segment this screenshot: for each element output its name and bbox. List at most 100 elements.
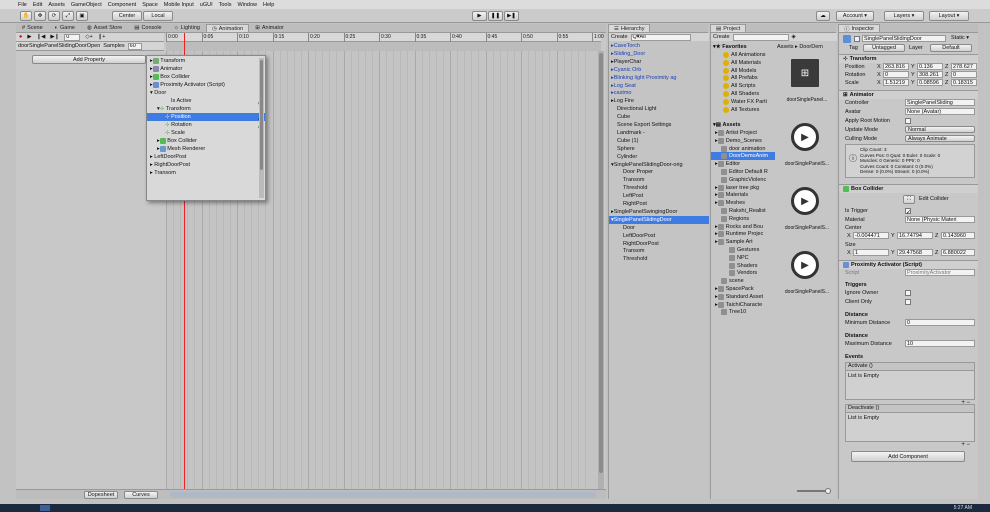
client-only-checkbox[interactable]	[905, 299, 911, 305]
prop-is-active[interactable]: Is Active	[147, 97, 265, 105]
horizontal-scrollbar[interactable]	[170, 492, 596, 498]
project-folder[interactable]: ▸ Demo_Scenes	[711, 137, 775, 145]
project-folder[interactable]: Shaders	[711, 262, 775, 270]
project-folder[interactable]: scene	[711, 277, 775, 285]
max-distance-field[interactable]: 10	[905, 340, 975, 347]
tab-console[interactable]: ▤ Console	[128, 24, 167, 32]
rotation-x-field[interactable]: 0	[883, 71, 909, 78]
project-folder[interactable]: ▸ Runtime Projec	[711, 230, 775, 238]
project-folder[interactable]: All Scripts	[711, 82, 775, 90]
min-distance-field[interactable]: 0	[905, 319, 975, 326]
tab-asset-store[interactable]: ◍ Asset Store	[81, 24, 128, 32]
hierarchy-item[interactable]: ▸ Log Seat	[609, 82, 709, 90]
layout-dropdown[interactable]: Layout ▾	[929, 11, 969, 21]
clip-dropdown[interactable]: doorSinglePanelSlidingDoorOpen	[18, 43, 100, 49]
size-x-field[interactable]: 1	[853, 249, 889, 256]
prop-transform[interactable]: ▸ Transform	[147, 57, 265, 65]
hierarchy-item[interactable]: Cube (1)	[609, 137, 709, 145]
move-tool-icon[interactable]: ✥	[34, 11, 46, 21]
preview-play-icon[interactable]: ▶	[27, 34, 31, 40]
add-remove-icons[interactable]: + −	[961, 442, 970, 448]
layers-dropdown[interactable]: Layers ▾	[884, 11, 924, 21]
center-y-field[interactable]: 16.74794	[897, 232, 933, 239]
prop-door[interactable]: ▾ Door	[147, 89, 265, 97]
rect-tool-icon[interactable]: ▣	[76, 11, 88, 21]
menu-item-window[interactable]: Window	[237, 2, 257, 8]
favorites-heading[interactable]: ▾★ Favorites	[711, 43, 775, 51]
hierarchy-item[interactable]: RightDoorPost	[609, 240, 709, 248]
project-folder[interactable]: ▸ Materials	[711, 191, 775, 199]
prop-scale[interactable]: ⊹ Scale	[147, 129, 265, 137]
asset-thumbnail[interactable]: ▶ doorSinglePanelS...	[777, 245, 837, 305]
prop-position[interactable]: ⊹ Position	[147, 113, 265, 121]
menu-item-mobile-input[interactable]: Mobile Input	[164, 2, 194, 8]
project-folder[interactable]: Rakshi_Realist	[711, 207, 775, 215]
animator-header[interactable]: ⊞ Animator	[839, 90, 978, 99]
project-search-input[interactable]	[732, 33, 789, 41]
project-folder[interactable]: ▸ laser tree pkg	[711, 184, 775, 192]
record-icon[interactable]: ●	[19, 34, 22, 40]
hierarchy-item[interactable]: Cube	[609, 113, 709, 121]
hierarchy-search-input[interactable]: Q▾All	[630, 33, 691, 41]
vertical-scrollbar[interactable]	[598, 51, 604, 489]
hierarchy-item[interactable]: ▾ SinglePanelSlidingDoor	[609, 215, 709, 224]
hierarchy-item[interactable]: Scene Export Settings	[609, 121, 709, 129]
edit-collider-icon[interactable]: ⛶	[903, 195, 915, 204]
pivot-center-button[interactable]: Center	[112, 11, 142, 21]
samples-field[interactable]: 60	[127, 42, 142, 50]
hand-tool-icon[interactable]: ✋	[20, 11, 32, 21]
thumbnail-size-slider[interactable]	[797, 488, 831, 494]
apply-root-motion-checkbox[interactable]	[905, 118, 911, 124]
project-folder[interactable]: ▸ Sample Art	[711, 238, 775, 246]
prop-rotation[interactable]: ⊹ Rotation	[147, 121, 265, 129]
project-folder[interactable]: Vendors	[711, 269, 775, 277]
menu-item-edit[interactable]: Edit	[33, 2, 42, 8]
hierarchy-item[interactable]: ▾ SinglePanelSlidingDoor-orig	[609, 161, 709, 169]
project-folder[interactable]: ▸ Meshes	[711, 199, 775, 207]
project-breadcrumb[interactable]: Assets ▸ DoorDem	[777, 42, 837, 51]
project-folder[interactable]: GraphicViolenc	[711, 176, 775, 184]
hierarchy-item[interactable]: LeftDoorPost	[609, 232, 709, 240]
project-folder[interactable]: ▸ TaichiCharacte	[711, 301, 775, 309]
add-keyframe-icon[interactable]: ◇+	[85, 34, 92, 40]
tab-animation[interactable]: ◷ Animation	[205, 24, 250, 32]
project-folder[interactable]: ▸ SpacePack	[711, 285, 775, 293]
hierarchy-item[interactable]: Landmark -	[609, 129, 709, 137]
time-ruler[interactable]: 0:00 0:05 0:10 0:15 0:20 0:25 0:30 0:35 0:40 0:45…	[166, 33, 604, 42]
hierarchy-item[interactable]: Threshold	[609, 184, 709, 192]
step-button[interactable]: ▶❚	[504, 11, 519, 21]
object-name-field[interactable]: SinglePanelSlidingDoor	[862, 35, 946, 42]
transform-header[interactable]: ⊹ Transform	[839, 54, 978, 63]
hierarchy-item[interactable]: Door	[609, 224, 709, 232]
project-folder[interactable]: All Animations	[711, 51, 775, 59]
hierarchy-create-button[interactable]: Create	[611, 34, 628, 40]
hierarchy-item[interactable]: RightPost	[609, 200, 709, 208]
hierarchy-item[interactable]: Transom	[609, 247, 709, 255]
rotation-z-field[interactable]: 0	[951, 71, 977, 78]
static-checkbox[interactable]: Static ▾	[951, 35, 969, 41]
dopesheet-button[interactable]: Dopesheet	[84, 491, 118, 499]
add-property-button[interactable]: Add Property	[32, 55, 146, 64]
start-icon[interactable]	[40, 505, 50, 511]
event-line[interactable]	[166, 42, 601, 51]
active-checkbox[interactable]	[854, 36, 860, 42]
hierarchy-item[interactable]: ▸ SinglePanelSwingingDoor	[609, 208, 709, 216]
prop-animator[interactable]: ▸ Animator	[147, 65, 265, 73]
material-field[interactable]: None (Physic Materi	[905, 216, 975, 223]
proximity-activator-header[interactable]: Proximity Activator (Script)	[839, 260, 978, 269]
menu-item-tools[interactable]: Tools	[219, 2, 232, 8]
prop-transom[interactable]: ▸ Transom	[147, 169, 265, 177]
menu-item-help[interactable]: Help	[263, 2, 274, 8]
assets-heading[interactable]: ▾▤ Assets	[711, 121, 775, 129]
project-folder[interactable]: ▸ Editor	[711, 160, 775, 168]
update-mode-dropdown[interactable]: Normal	[905, 126, 975, 133]
menu-item-gameobject[interactable]: GameObject	[71, 2, 102, 8]
position-z-field[interactable]: 278.627	[951, 63, 977, 70]
project-folder[interactable]: DoorDemoAnim	[711, 152, 775, 161]
menu-item-space[interactable]: Space	[142, 2, 158, 8]
play-button[interactable]: ▶	[472, 11, 487, 21]
prop-door-transform[interactable]: ▾ ⊹ Transform	[147, 105, 265, 113]
filter-icon[interactable]: ◈	[792, 34, 796, 40]
is-trigger-checkbox[interactable]: ✓	[905, 208, 911, 216]
account-dropdown[interactable]: Account ▾	[836, 11, 874, 21]
